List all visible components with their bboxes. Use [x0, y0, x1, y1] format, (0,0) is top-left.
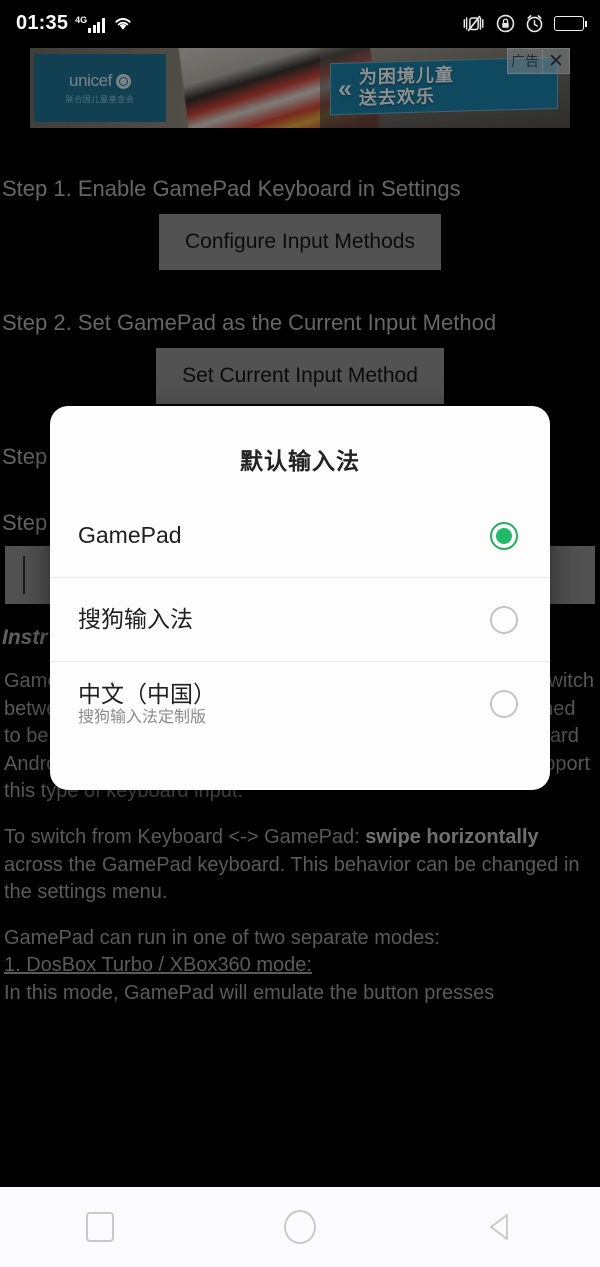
back-button[interactable] [460, 1198, 540, 1256]
battery-icon [554, 15, 587, 31]
status-bar: 01:35 4G [0, 0, 600, 46]
phone-screen: Step 1. Enable GamePad Keyboard in Setti… [0, 0, 600, 1267]
square-icon [86, 1212, 114, 1242]
option-texts: 中文（中国） 搜狗输入法定制版 [78, 681, 216, 728]
home-button[interactable] [260, 1198, 340, 1256]
option-subtitle: 搜狗输入法定制版 [78, 709, 207, 727]
network-type-label: 4G [75, 15, 88, 25]
radio-button-chinese-china[interactable] [490, 690, 518, 718]
option-title: GamePad [78, 522, 182, 549]
navigation-bar [0, 1187, 600, 1267]
circle-icon [284, 1210, 316, 1244]
alarm-clock-icon [525, 14, 544, 33]
list-item[interactable]: GamePad [50, 494, 550, 578]
default-input-method-dialog: 默认输入法 GamePad 搜狗输入法 中文（中国） 搜狗输入法定制版 [50, 406, 550, 790]
input-method-option-list: GamePad 搜狗输入法 中文（中国） 搜狗输入法定制版 [50, 494, 550, 746]
option-title: 中文（中国） [78, 680, 216, 707]
option-texts: 搜狗输入法 [78, 606, 193, 632]
status-bar-right [462, 14, 587, 33]
list-item[interactable]: 中文（中国） 搜狗输入法定制版 [50, 662, 550, 746]
rotation-lock-icon [496, 14, 515, 33]
radio-button-gamepad[interactable] [490, 521, 518, 550]
status-clock: 01:35 [16, 11, 69, 34]
vibrate-mute-icon [462, 14, 486, 33]
option-title: 搜狗输入法 [78, 606, 193, 633]
signal-bars-icon: 4G [75, 13, 105, 33]
recents-button[interactable] [60, 1198, 140, 1256]
radio-button-sogou[interactable] [490, 605, 518, 634]
dialog-title: 默认输入法 [240, 448, 360, 474]
option-texts: GamePad [78, 522, 182, 548]
triangle-left-icon [490, 1214, 508, 1240]
signal-strength-bars [88, 18, 105, 33]
wifi-icon [112, 14, 134, 32]
status-bar-left: 01:35 4G [16, 12, 134, 35]
list-item[interactable]: 搜狗输入法 [50, 578, 550, 662]
